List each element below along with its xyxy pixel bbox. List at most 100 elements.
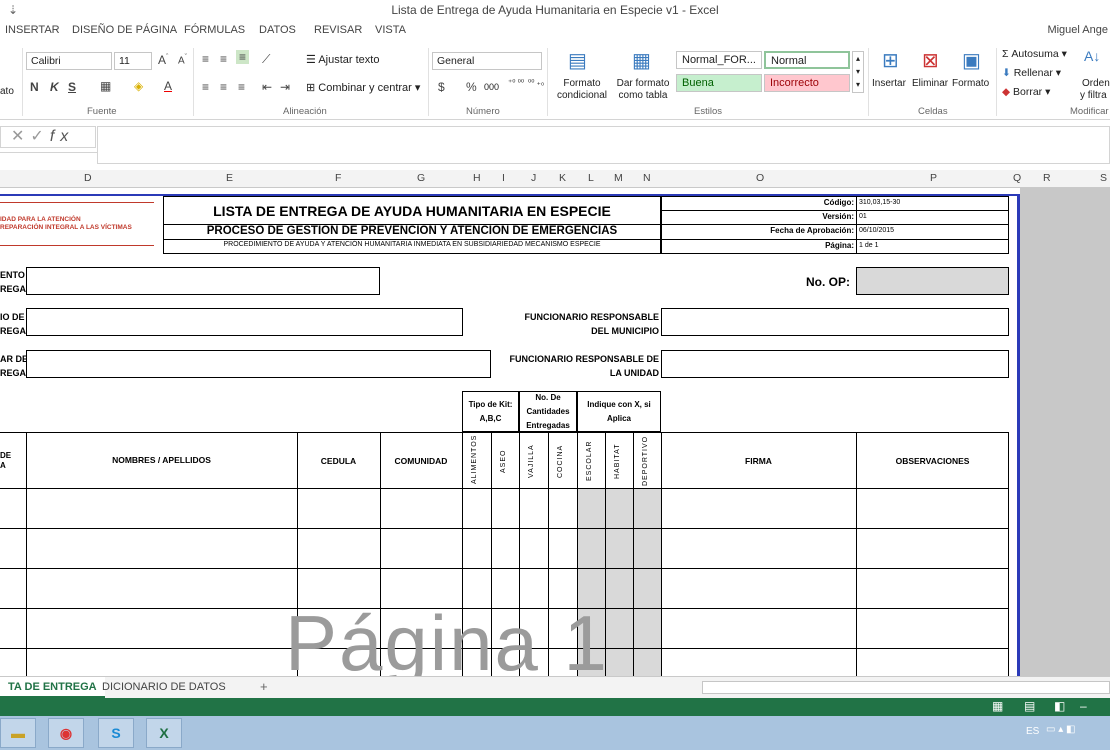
font-name-select[interactable]: Calibri: [26, 52, 112, 70]
col-header[interactable]: G: [417, 172, 425, 184]
tab-revisar[interactable]: REVISAR: [314, 24, 362, 36]
enter-icon[interactable]: ✓: [30, 128, 49, 145]
clear-button[interactable]: ◆ Borrar ▾: [1002, 86, 1050, 98]
col-header[interactable]: I: [502, 172, 505, 184]
field1-input[interactable]: [26, 267, 380, 295]
tray-icons[interactable]: ▭ ▴ ◧: [1046, 724, 1075, 735]
percent-button[interactable]: %: [466, 80, 477, 94]
col-header[interactable]: H: [473, 172, 481, 184]
op-input[interactable]: [856, 267, 1009, 295]
sort-button[interactable]: Orden: [1082, 78, 1110, 89]
style-normal[interactable]: Normal: [764, 51, 850, 69]
func-uni-input[interactable]: [661, 350, 1009, 378]
underline-button[interactable]: S: [68, 80, 76, 94]
ribbon-left-cut: ato: [0, 86, 14, 97]
bold-button[interactable]: N: [30, 80, 39, 94]
page-layout-icon[interactable]: ▤: [1024, 699, 1035, 713]
borders-icon[interactable]: ▦: [100, 79, 111, 93]
style-buena[interactable]: Buena: [676, 74, 762, 92]
filter-button[interactable]: y filtra: [1080, 90, 1107, 101]
skype-icon[interactable]: S: [98, 718, 134, 748]
fill-down-icon: ⬇: [1002, 67, 1014, 79]
normal-view-icon[interactable]: ▦: [992, 699, 1003, 713]
horizontal-scrollbar[interactable]: [702, 681, 1110, 694]
col-header[interactable]: M: [614, 172, 623, 184]
italic-button[interactable]: K: [50, 80, 59, 94]
tab-formulas[interactable]: FÓRMULAS: [184, 24, 245, 36]
status-bar: ▦ ▤ ◧ – ——: [0, 698, 1110, 727]
col-header[interactable]: S: [1100, 172, 1107, 184]
field2-input[interactable]: [26, 308, 463, 336]
font-size-select[interactable]: 11: [114, 52, 152, 70]
merge-center-button[interactable]: ⊞ Combinar y centrar ▾: [306, 81, 420, 94]
add-sheet-icon[interactable]: +: [252, 677, 276, 698]
page-break-view-icon[interactable]: ◧: [1054, 699, 1065, 713]
align-right-icon[interactable]: ≡: [238, 80, 245, 94]
org-line-top: [0, 202, 154, 203]
wrap-text-button[interactable]: ☰ Ajustar texto: [306, 53, 379, 66]
autosum-button[interactable]: Σ Autosuma ▾: [1002, 48, 1067, 60]
fill-color-icon[interactable]: ◈: [134, 79, 143, 93]
tab-vista[interactable]: VISTA: [375, 24, 406, 36]
col-header[interactable]: D: [84, 172, 92, 184]
decrease-indent-icon[interactable]: ⇤: [262, 80, 272, 94]
col-header[interactable]: N: [643, 172, 651, 184]
col-header[interactable]: K: [559, 172, 566, 184]
conditional-format-button[interactable]: Formato condicional: [550, 78, 614, 102]
tab-datos[interactable]: DATOS: [259, 24, 296, 36]
shrink-font-icon[interactable]: Aˇ: [178, 54, 187, 66]
increase-indent-icon[interactable]: ⇥: [280, 80, 290, 94]
thousands-button[interactable]: 000: [484, 82, 499, 92]
currency-button[interactable]: $: [438, 80, 445, 94]
col-header[interactable]: E: [226, 172, 233, 184]
styles-scroll[interactable]: ▴ ▾ ▾: [852, 51, 864, 93]
func-mun-input[interactable]: [661, 308, 1009, 336]
col-header[interactable]: O: [756, 172, 764, 184]
col-header[interactable]: P: [930, 172, 937, 184]
style-normal-for[interactable]: Normal_FOR...: [676, 51, 762, 69]
worksheet[interactable]: IDAD PARA LA ATENCIÓN REPARACIÓN INTEGRA…: [0, 188, 1110, 676]
col-aseo-label: ASEO: [500, 449, 507, 473]
col-header[interactable]: L: [588, 172, 594, 184]
formula-bar: ✕✓fx: [0, 121, 1110, 164]
font-color-icon[interactable]: A: [164, 79, 172, 93]
col-cedula-label: CEDULA: [320, 456, 357, 466]
align-top-icon[interactable]: ≡: [202, 52, 209, 66]
fill-button[interactable]: ⬇ Rellenar ▾: [1002, 67, 1061, 79]
table-format-button[interactable]: Dar formato como tabla: [612, 78, 674, 102]
sheet-tab-diccionario[interactable]: DICIONARIO DE DATOS: [94, 677, 234, 698]
formula-input[interactable]: [97, 126, 1110, 164]
file-explorer-icon[interactable]: ▬: [0, 718, 36, 748]
tab-insertar[interactable]: INSERTAR: [5, 24, 60, 36]
user-name[interactable]: Miguel Ange: [1047, 24, 1108, 36]
decrease-decimal-button[interactable]: ⁰⁰ ₊₀: [528, 78, 544, 87]
grow-font-icon[interactable]: Aˆ: [158, 53, 168, 67]
increase-decimal-button[interactable]: ⁺⁰ ⁰⁰: [508, 78, 524, 87]
language-indicator[interactable]: ES: [1026, 726, 1039, 737]
excel-icon[interactable]: X: [146, 718, 182, 748]
cancel-icon[interactable]: ✕: [11, 128, 30, 145]
merge-label: Combinar y centrar: [318, 82, 412, 94]
col-header[interactable]: Q: [1013, 172, 1021, 184]
quick-access-icon[interactable]: ⇣: [8, 0, 18, 20]
fx-icon[interactable]: fx: [50, 128, 74, 145]
field3-input[interactable]: [26, 350, 491, 378]
style-incorrecto[interactable]: Incorrecto: [764, 74, 850, 92]
tab-diseno-pagina[interactable]: DISEÑO DE PÁGINA: [72, 24, 177, 36]
align-middle-icon[interactable]: ≡: [220, 52, 227, 66]
col-header[interactable]: R: [1043, 172, 1051, 184]
col-header[interactable]: J: [531, 172, 536, 184]
format-cells-button[interactable]: Formato: [952, 78, 989, 89]
delete-cells-button[interactable]: Eliminar: [912, 78, 948, 89]
align-bottom-icon[interactable]: ≡: [236, 50, 250, 64]
align-center-icon[interactable]: ≡: [220, 80, 227, 94]
sheet-tab-lista[interactable]: TA DE ENTREGA: [0, 677, 105, 698]
orientation-icon[interactable]: ⟋: [262, 52, 270, 67]
chrome-icon[interactable]: ◉: [48, 718, 84, 748]
insert-cells-button[interactable]: Insertar: [872, 78, 906, 89]
func-mun-label-1: FUNCIONARIO RESPONSABLE: [524, 312, 659, 322]
align-left-icon[interactable]: ≡: [202, 80, 209, 94]
number-format-select[interactable]: General: [432, 52, 542, 70]
indicate-label-2: Aplica: [606, 414, 631, 423]
col-header[interactable]: F: [335, 172, 341, 184]
